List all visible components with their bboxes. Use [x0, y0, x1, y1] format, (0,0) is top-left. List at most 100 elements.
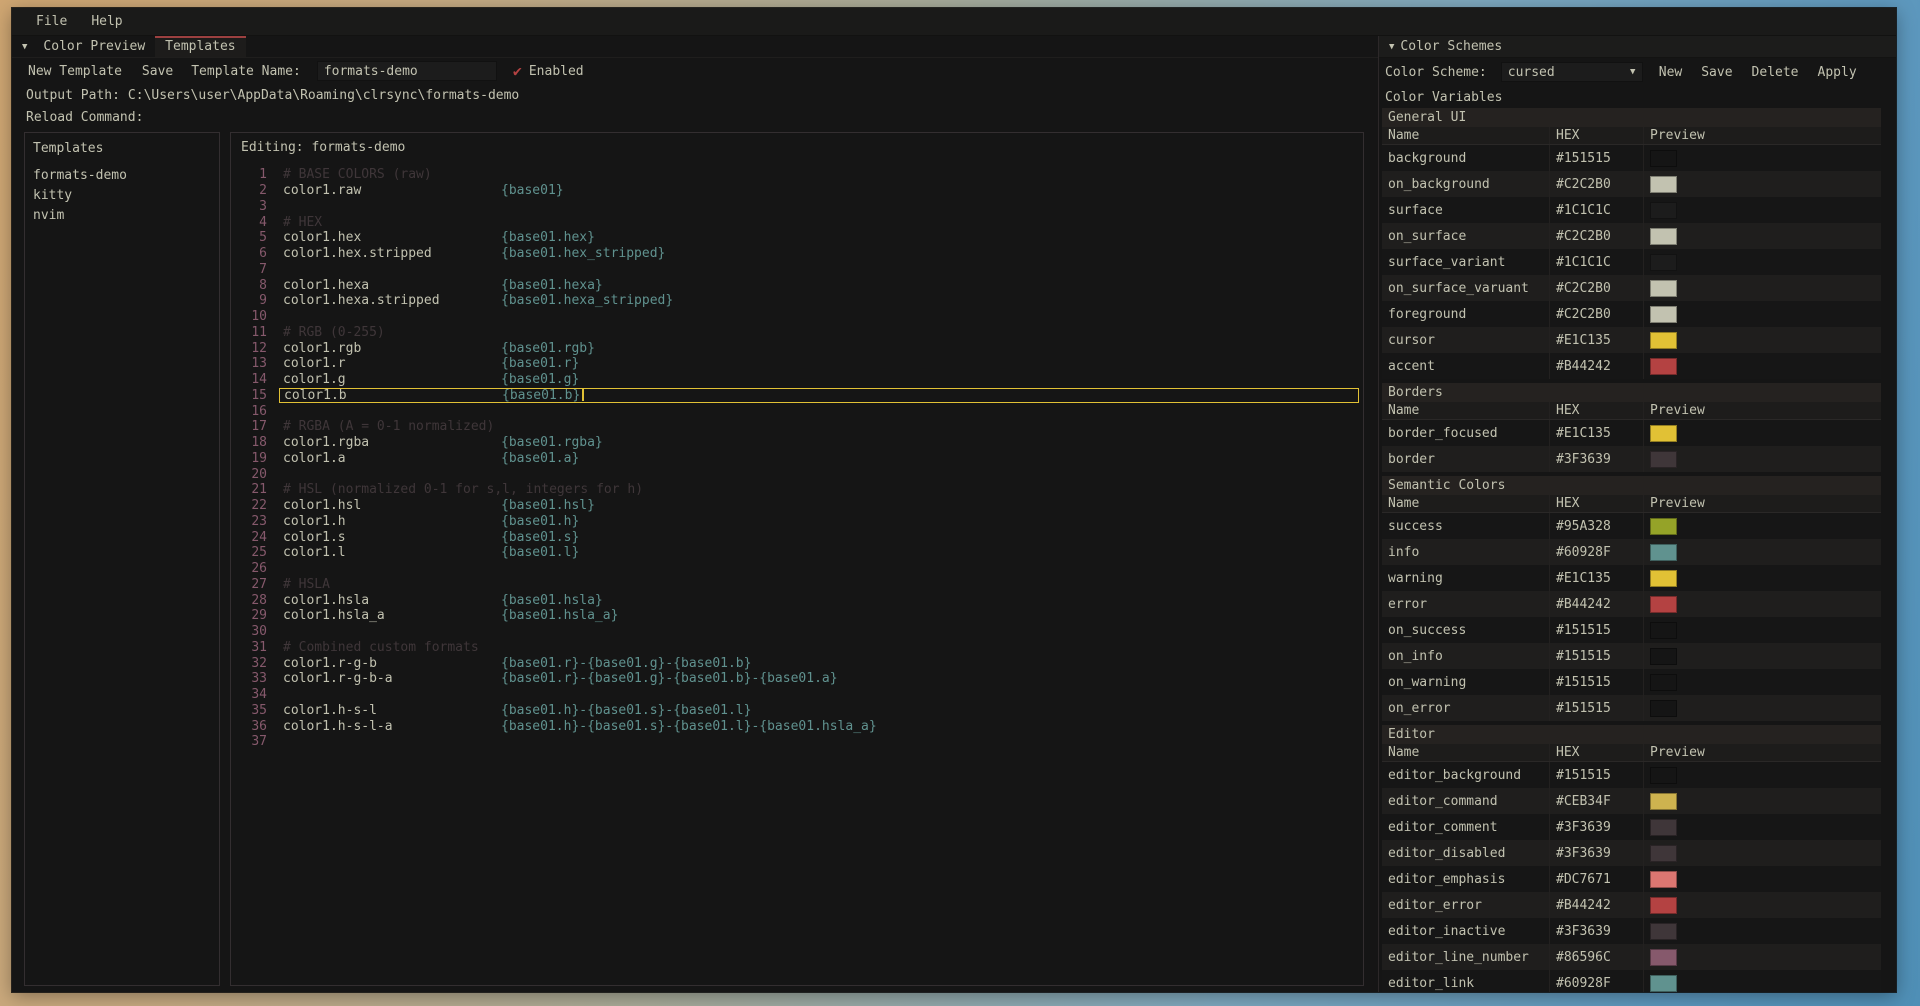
editor-line[interactable]: 14color1.g{base01.g}	[231, 372, 1363, 388]
editor-line[interactable]: 9color1.hexa.stripped{base01.hexa_stripp…	[231, 293, 1363, 309]
section-header-general-ui[interactable]: General UI	[1382, 108, 1881, 127]
editor-line[interactable]: 18color1.rgba{base01.rgba}	[231, 435, 1363, 451]
editor-line[interactable]: 11# RGB (0-255)	[231, 325, 1363, 341]
templates-list-panel: Templates formats-demokittynvim	[24, 132, 220, 986]
preview-cell	[1644, 275, 1881, 301]
color-row-warning[interactable]: warning#E1C135	[1382, 565, 1881, 591]
line-number: 8	[231, 278, 267, 293]
scheme-apply-button[interactable]: Apply	[1816, 63, 1859, 82]
color-scheme-combo[interactable]: cursed ▼	[1501, 62, 1643, 82]
editor-line[interactable]: 13color1.r{base01.r}	[231, 356, 1363, 372]
save-template-button[interactable]: Save	[140, 62, 175, 81]
template-key: color1.rgba	[283, 435, 501, 450]
editor-line[interactable]: 10	[231, 309, 1363, 325]
editor-line[interactable]: 15color1.b{base01.b}	[231, 388, 1363, 404]
color-row-on-info[interactable]: on_info#151515	[1382, 643, 1881, 669]
menu-item-help[interactable]: Help	[81, 11, 132, 32]
color-row-on-success[interactable]: on_success#151515	[1382, 617, 1881, 643]
enabled-checkbox[interactable]: ✔ Enabled	[513, 64, 584, 79]
color-row-surface[interactable]: surface#1C1C1C	[1382, 197, 1881, 223]
editor-line[interactable]: 37	[231, 734, 1363, 750]
template-list-item-formats-demo[interactable]: formats-demo	[25, 166, 219, 186]
collapse-down-icon[interactable]: ▼	[20, 42, 33, 52]
section-header-editor[interactable]: Editor	[1382, 725, 1881, 744]
template-list-item-kitty[interactable]: kitty	[25, 186, 219, 206]
color-row-border[interactable]: border#3F3639	[1382, 446, 1881, 472]
editor-line[interactable]: 30	[231, 624, 1363, 640]
color-row-editor-line-number[interactable]: editor_line_number#86596C	[1382, 944, 1881, 970]
editor-line[interactable]: 8color1.hexa{base01.hexa}	[231, 277, 1363, 293]
chevron-down-icon[interactable]: ▼	[1624, 67, 1642, 77]
menu-item-file[interactable]: File	[26, 11, 77, 32]
color-row-editor-inactive[interactable]: editor_inactive#3F3639	[1382, 918, 1881, 944]
color-row-accent[interactable]: accent#B44242	[1382, 353, 1881, 379]
editor-line[interactable]: 7	[231, 262, 1363, 278]
color-schemes-header[interactable]: ▼ Color Schemes	[1379, 36, 1896, 58]
color-row-editor-comment[interactable]: editor_comment#3F3639	[1382, 814, 1881, 840]
color-row-on-surface-varuant[interactable]: on_surface_varuant#C2C2B0	[1382, 275, 1881, 301]
template-name-input[interactable]	[317, 61, 497, 81]
color-name: editor_emphasis	[1382, 866, 1550, 892]
color-row-on-background[interactable]: on_background#C2C2B0	[1382, 171, 1881, 197]
editor-line[interactable]: 12color1.rgb{base01.rgb}	[231, 340, 1363, 356]
editor-line[interactable]: 33color1.r-g-b-a{base01.r}-{base01.g}-{b…	[231, 671, 1363, 687]
color-row-error[interactable]: error#B44242	[1382, 591, 1881, 617]
editor-line[interactable]: 5color1.hex{base01.hex}	[231, 230, 1363, 246]
color-row-surface-variant[interactable]: surface_variant#1C1C1C	[1382, 249, 1881, 275]
color-row-on-error[interactable]: on_error#151515	[1382, 695, 1881, 721]
color-row-editor-link[interactable]: editor_link#60928F	[1382, 970, 1881, 992]
preview-cell	[1644, 353, 1881, 379]
editor-line[interactable]: 36color1.h-s-l-a{base01.h}-{base01.s}-{b…	[231, 718, 1363, 734]
editor-line[interactable]: 31# Combined custom formats	[231, 640, 1363, 656]
color-row-editor-command[interactable]: editor_command#CEB34F	[1382, 788, 1881, 814]
scheme-save-button[interactable]: Save	[1699, 63, 1734, 82]
color-row-editor-background[interactable]: editor_background#151515	[1382, 762, 1881, 788]
color-row-on-warning[interactable]: on_warning#151515	[1382, 669, 1881, 695]
editor-line[interactable]: 2color1.raw{base01}	[231, 183, 1363, 199]
new-template-button[interactable]: New Template	[26, 62, 124, 81]
editor-lines[interactable]: 1# BASE COLORS (raw)2color1.raw{base01}3…	[231, 160, 1363, 985]
editor-line[interactable]: 22color1.hsl{base01.hsl}	[231, 498, 1363, 514]
color-row-success[interactable]: success#95A328	[1382, 513, 1881, 539]
editor-line[interactable]: 34	[231, 687, 1363, 703]
editor-line[interactable]: 6color1.hex.stripped{base01.hex_stripped…	[231, 246, 1363, 262]
editor-line[interactable]: 26	[231, 561, 1363, 577]
editor-line[interactable]: 20	[231, 466, 1363, 482]
editor-line[interactable]: 32color1.r-g-b{base01.r}-{base01.g}-{bas…	[231, 655, 1363, 671]
editor-line[interactable]: 21# HSL (normalized 0-1 for s,l, integer…	[231, 482, 1363, 498]
color-swatch	[1650, 358, 1677, 375]
tab-color-preview[interactable]: Color Preview	[33, 36, 155, 57]
color-row-on-surface[interactable]: on_surface#C2C2B0	[1382, 223, 1881, 249]
color-row-editor-error[interactable]: editor_error#B44242	[1382, 892, 1881, 918]
template-toolbar: New Template Save Template Name: ✔ Enabl…	[12, 58, 1378, 84]
editor-line[interactable]: 16	[231, 403, 1363, 419]
scheme-new-button[interactable]: New	[1657, 63, 1684, 82]
color-row-cursor[interactable]: cursor#E1C135	[1382, 327, 1881, 353]
tab-templates[interactable]: Templates	[155, 36, 245, 57]
editor-line-body: color1.a{base01.a}	[279, 451, 1359, 467]
scheme-delete-button[interactable]: Delete	[1750, 63, 1801, 82]
editor-line[interactable]: 3	[231, 199, 1363, 215]
section-header-semantic-colors[interactable]: Semantic Colors	[1382, 476, 1881, 495]
editor-line[interactable]: 23color1.h{base01.h}	[231, 514, 1363, 530]
editor-line[interactable]: 29color1.hsla_a{base01.hsla_a}	[231, 608, 1363, 624]
color-row-foreground[interactable]: foreground#C2C2B0	[1382, 301, 1881, 327]
editor-line[interactable]: 28color1.hsla{base01.hsla}	[231, 592, 1363, 608]
section-header-borders[interactable]: Borders	[1382, 383, 1881, 402]
line-number: 7	[231, 262, 267, 277]
editor-line[interactable]: 25color1.l{base01.l}	[231, 545, 1363, 561]
color-row-info[interactable]: info#60928F	[1382, 539, 1881, 565]
editor-line[interactable]: 17# RGBA (A = 0-1 normalized)	[231, 419, 1363, 435]
editor-line[interactable]: 35color1.h-s-l{base01.h}-{base01.s}-{bas…	[231, 703, 1363, 719]
template-editor-panel: Editing: formats-demo 1# BASE COLORS (ra…	[230, 132, 1364, 986]
editor-line[interactable]: 19color1.a{base01.a}	[231, 451, 1363, 467]
color-row-editor-emphasis[interactable]: editor_emphasis#DC7671	[1382, 866, 1881, 892]
editor-line[interactable]: 4# HEX	[231, 214, 1363, 230]
editor-line[interactable]: 27# HSLA	[231, 577, 1363, 593]
editor-line[interactable]: 24color1.s{base01.s}	[231, 529, 1363, 545]
color-row-background[interactable]: background#151515	[1382, 145, 1881, 171]
editor-line[interactable]: 1# BASE COLORS (raw)	[231, 167, 1363, 183]
template-list-item-nvim[interactable]: nvim	[25, 206, 219, 226]
color-row-editor-disabled[interactable]: editor_disabled#3F3639	[1382, 840, 1881, 866]
color-row-border-focused[interactable]: border_focused#E1C135	[1382, 420, 1881, 446]
